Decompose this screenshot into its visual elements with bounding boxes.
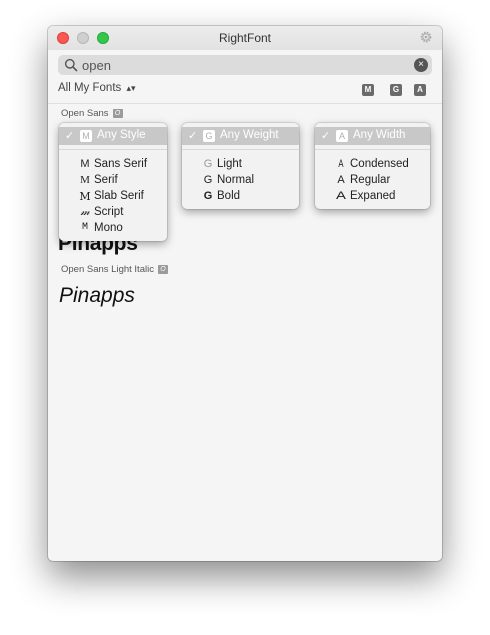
menu-item-label: Bold (217, 190, 241, 202)
font-filter-label: All My Fonts (58, 82, 122, 94)
menu-item-label: Slab Serif (94, 190, 144, 202)
menu-separator (182, 149, 299, 150)
menu-item-label: Any Weight (220, 129, 279, 141)
gear-icon[interactable] (419, 30, 433, 44)
menu-item-label: Script (94, 206, 124, 218)
menu-item-serif[interactable]: M Serif (59, 173, 167, 189)
serif-icon: M (80, 174, 90, 186)
window-title: RightFont (218, 31, 272, 45)
menu-separator (59, 149, 167, 150)
script-icon: 𝓂 (80, 206, 90, 218)
width-icon: A (336, 130, 348, 142)
search-field[interactable]: × (58, 55, 432, 75)
width-dropdown-menu: ✓ A Any Width A Condensed A Regular A Ex… (315, 123, 430, 209)
weight-dropdown-menu: ✓ G Any Weight G Light G Normal G Bold (182, 123, 299, 209)
weight-filter-icon[interactable]: G (390, 84, 402, 96)
style-filter-icon[interactable]: M (362, 84, 374, 96)
weight-icon: G (203, 130, 215, 142)
font-name: Open Sans (61, 108, 109, 119)
font-family-label[interactable]: Open Sans O (61, 108, 123, 119)
font-filter-select[interactable]: All My Fonts ▴▾ (58, 82, 136, 94)
expanded-width-icon: A (336, 190, 346, 202)
menu-item-any-width[interactable]: ✓ A Any Width (315, 127, 430, 145)
opentype-tag-icon: O (157, 264, 168, 274)
checkmark-icon: ✓ (65, 130, 75, 142)
menu-item-expanded[interactable]: A Expaned (315, 189, 430, 205)
font-family-label[interactable]: Open Sans Light Italic O (61, 264, 168, 275)
menu-item-label: Regular (350, 174, 391, 186)
light-weight-icon: G (203, 158, 213, 170)
menu-item-bold[interactable]: G Bold (182, 189, 299, 205)
bold-weight-icon: G (203, 190, 213, 202)
menu-item-label: Any Style (97, 129, 146, 141)
menu-item-light[interactable]: G Light (182, 157, 299, 173)
menu-item-any-weight[interactable]: ✓ G Any Weight (182, 127, 299, 145)
menu-item-label: Serif (94, 174, 118, 186)
menu-item-sans-serif[interactable]: M Sans Serif (59, 157, 167, 173)
menu-item-script[interactable]: 𝓂 Script (59, 205, 167, 221)
opentype-tag-icon: O (112, 108, 123, 118)
divider (48, 103, 442, 104)
menu-item-label: Light (217, 158, 242, 170)
font-sample-italic[interactable]: Pinapps (59, 284, 135, 308)
search-input[interactable] (82, 57, 402, 73)
width-filter-icon[interactable]: A (414, 84, 426, 96)
menu-item-slab-serif[interactable]: M Slab Serif (59, 189, 167, 205)
style-icon: M (80, 130, 92, 142)
app-window: RightFont × All My Fonts ▴▾ M G A Open S… (48, 26, 442, 561)
search-icon (64, 58, 78, 72)
checkmark-icon: ✓ (188, 130, 198, 142)
checkmark-icon: ✓ (321, 130, 331, 142)
menu-item-condensed[interactable]: A Condensed (315, 157, 430, 173)
condensed-width-icon: A (338, 158, 344, 170)
menu-item-label: Any Width (353, 129, 406, 141)
font-name: Open Sans Light Italic (61, 264, 154, 275)
style-dropdown-menu: ✓ M Any Style M Sans Serif M Serif M Sla… (59, 123, 167, 241)
menu-item-regular[interactable]: A Regular (315, 173, 430, 189)
menu-item-label: Mono (94, 222, 123, 234)
regular-width-icon: A (337, 174, 345, 186)
menu-item-any-style[interactable]: ✓ M Any Style (59, 127, 167, 145)
menu-item-label: Sans Serif (94, 158, 148, 170)
menu-item-label: Normal (217, 174, 255, 186)
updown-chevron-icon: ▴▾ (126, 83, 136, 93)
mono-icon: M (81, 222, 88, 233)
menu-separator (315, 149, 430, 150)
sans-serif-icon: M (80, 158, 90, 170)
menu-item-label: Condensed (350, 158, 409, 170)
normal-weight-icon: G (203, 174, 213, 186)
clear-search-icon[interactable]: × (414, 58, 428, 72)
title-bar[interactable]: RightFont (48, 26, 442, 50)
menu-item-normal[interactable]: G Normal (182, 173, 299, 189)
menu-item-mono[interactable]: M Mono (59, 221, 167, 237)
menu-item-label: Expaned (350, 190, 396, 202)
slab-serif-icon: M (79, 190, 91, 203)
